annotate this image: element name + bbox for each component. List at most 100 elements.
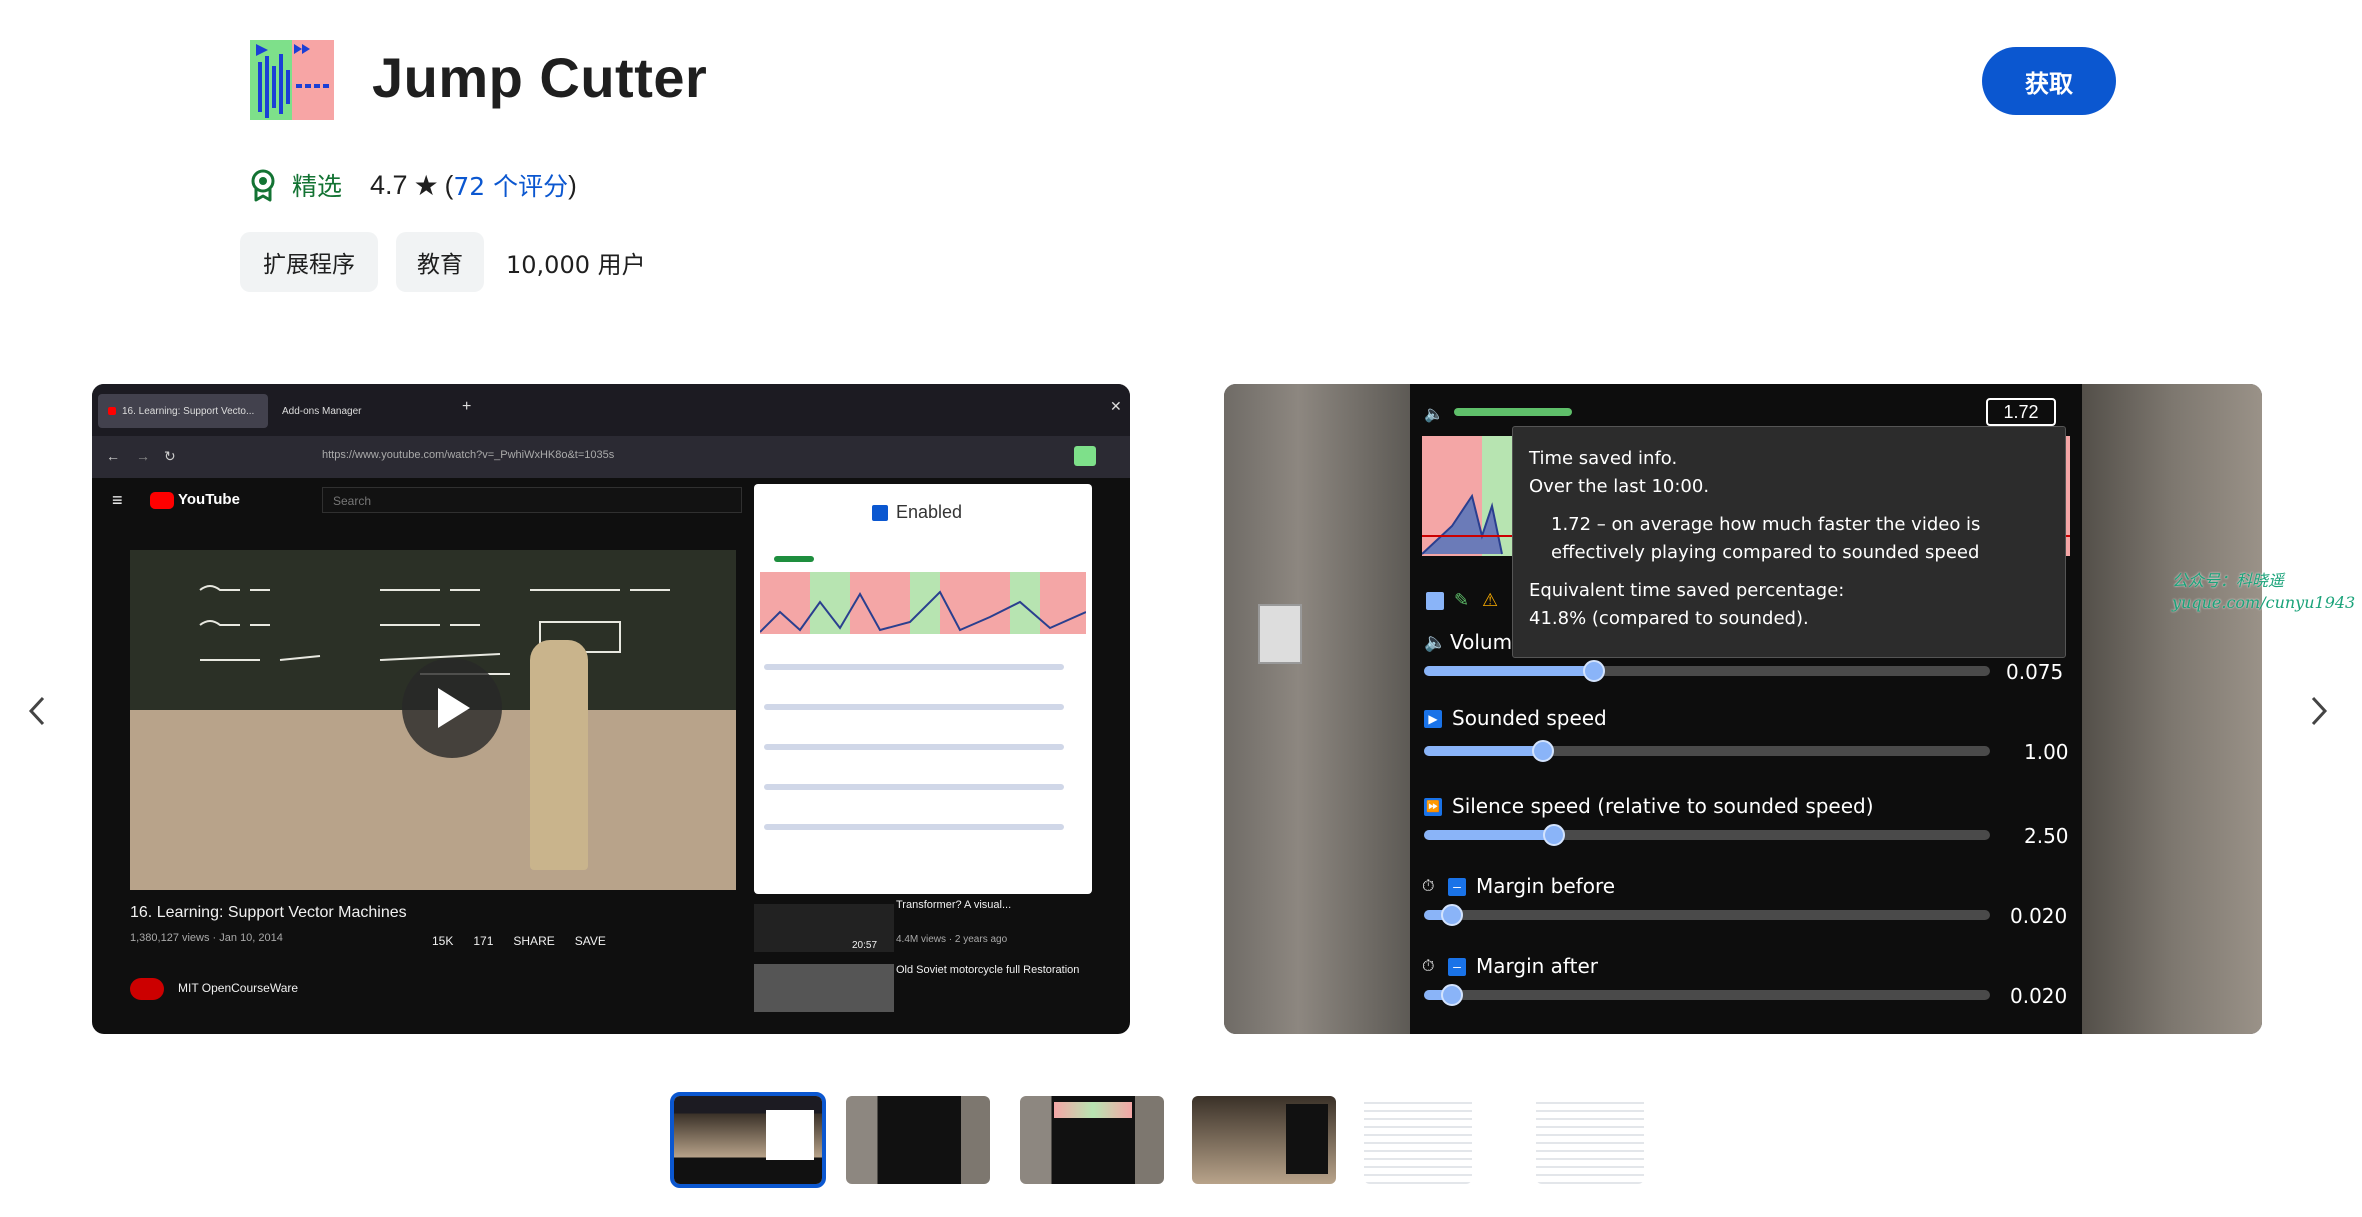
- watermark: 公众号：科晓遥 yuque.com/cunyu1943: [2172, 570, 2355, 614]
- video-actions: 15K 171 SHARE SAVE: [432, 934, 606, 948]
- extension-title: Jump Cutter: [372, 46, 708, 109]
- popup-slider[interactable]: [764, 704, 1064, 710]
- silence-speed-value: 2.50: [2024, 824, 2069, 848]
- reload-icon[interactable]: ↻: [164, 448, 176, 465]
- thumbnail-4[interactable]: [1192, 1096, 1336, 1184]
- time-saved-badge[interactable]: 1.72: [1986, 398, 2056, 426]
- side-thumbnail[interactable]: [754, 964, 894, 1012]
- video-views: 1,380,127 views · Jan 10, 2014: [130, 932, 283, 944]
- share-button[interactable]: SHARE: [513, 934, 554, 948]
- volume-icon: 🔈: [1424, 632, 1447, 652]
- like-button[interactable]: 15K: [432, 934, 453, 948]
- url-field[interactable]: https://www.youtube.com/watch?v=_PwhiWxH…: [322, 449, 614, 461]
- pencil-icon[interactable]: ✎: [1454, 590, 1469, 611]
- jump-cutter-toolbar-icon[interactable]: [1074, 446, 1096, 466]
- margin-before-value: 0.020: [2010, 904, 2068, 928]
- tooltip-percent-heading: Equivalent time saved percentage:: [1529, 580, 1845, 601]
- margin-after-slider[interactable]: [1424, 984, 1990, 1006]
- sounded-speed-slider[interactable]: [1424, 740, 1990, 762]
- thumbnail-1[interactable]: [670, 1092, 826, 1188]
- new-tab-icon[interactable]: +: [462, 398, 471, 416]
- popup-slider[interactable]: [764, 744, 1064, 750]
- app-logo: [250, 40, 334, 120]
- forward-icon[interactable]: →: [136, 448, 150, 464]
- silence-speed-slider[interactable]: [1424, 824, 1990, 846]
- screenshot-1[interactable]: 16. Learning: Support Vecto... Add-ons M…: [92, 384, 1130, 1034]
- browser-tab-addons[interactable]: Add-ons Manager: [272, 394, 442, 428]
- checkbox-icon[interactable]: [1426, 592, 1444, 610]
- thumbnail-5[interactable]: [1364, 1096, 1472, 1184]
- thumbnail-6[interactable]: [1536, 1096, 1644, 1184]
- play-speed-icon: ▶: [1424, 710, 1442, 728]
- stopwatch-icon: ⏱: [1422, 878, 1435, 895]
- watermark-line: yuque.com/cunyu1943: [2172, 593, 2356, 612]
- rating-row: 精选 4.7 ★ ( 72 个评分 ): [248, 165, 577, 205]
- margin-before-label: Margin before: [1476, 874, 1616, 898]
- youtube-favicon-icon: [108, 407, 116, 415]
- background-video-right: [2082, 384, 2262, 1034]
- lecturer-figure: [530, 640, 588, 870]
- youtube-logo-icon[interactable]: [150, 492, 174, 509]
- screenshot-2[interactable]: 🔈 1.72 ✎ ⚠ 🔈 Volume 0.075 ▶ Sounded spee…: [1224, 384, 2262, 1034]
- popup-slider[interactable]: [764, 784, 1064, 790]
- chip-education[interactable]: 教育: [396, 232, 484, 292]
- time-saved-tooltip: Time saved info. Over the last 10:00. 1.…: [1512, 426, 2066, 658]
- browser-tab-bar: 16. Learning: Support Vecto... Add-ons M…: [92, 384, 1130, 436]
- side-video-meta: 4.4M views · 2 years ago: [896, 934, 1008, 945]
- side-video-title[interactable]: Old Soviet motorcycle full Restoration: [896, 964, 1116, 976]
- address-bar: ← → ↻ https://www.youtube.com/watch?v=_P…: [92, 436, 1130, 478]
- youtube-logo-text: YouTube: [178, 491, 240, 508]
- minus-icon: –: [1448, 958, 1466, 976]
- video-player[interactable]: [130, 550, 736, 890]
- tab-label: Add-ons Manager: [282, 405, 362, 417]
- slider-thumb[interactable]: [1531, 740, 1554, 762]
- warning-icon: ⚠: [1482, 590, 1499, 610]
- save-button[interactable]: SAVE: [575, 934, 606, 948]
- stopwatch-icon: ⏱: [1422, 958, 1435, 975]
- tooltip-period: Over the last 10:00.: [1529, 476, 1710, 497]
- popup-slider[interactable]: [764, 664, 1064, 670]
- thumbnail-2[interactable]: [846, 1096, 990, 1184]
- margin-after-label: Margin after: [1476, 954, 1598, 978]
- search-input[interactable]: Search: [322, 487, 742, 513]
- get-button[interactable]: 获取: [1982, 47, 2116, 115]
- featured-badge-icon: [248, 168, 278, 202]
- chip-extension[interactable]: 扩展程序: [240, 232, 378, 292]
- slider-thumb[interactable]: [1441, 904, 1464, 926]
- checkbox-icon[interactable]: [872, 504, 888, 521]
- tooltip-heading: Time saved info.: [1529, 448, 1678, 469]
- popup-slider[interactable]: [764, 824, 1064, 830]
- margin-after-value: 0.020: [2010, 984, 2068, 1008]
- close-window-icon[interactable]: ✕: [1110, 398, 1122, 415]
- enabled-toggle[interactable]: Enabled: [872, 502, 962, 523]
- silence-speed-label: Silence speed (relative to sounded speed…: [1452, 794, 1874, 818]
- slider-thumb[interactable]: [1582, 660, 1605, 682]
- margin-before-slider[interactable]: [1424, 904, 1990, 926]
- volume-fill: [1424, 666, 1594, 676]
- background-video-left: [1224, 384, 1410, 1034]
- browser-tab-youtube[interactable]: 16. Learning: Support Vecto...: [98, 394, 268, 428]
- back-icon[interactable]: ←: [106, 448, 120, 464]
- chevron-left-icon[interactable]: [12, 686, 62, 736]
- volume-meter: [774, 556, 814, 562]
- dislike-button[interactable]: 171: [473, 934, 493, 948]
- sounded-speed-label: Sounded speed: [1452, 706, 1607, 730]
- play-icon[interactable]: [402, 658, 502, 758]
- side-video-title[interactable]: Transformer? A visual...: [896, 899, 1116, 911]
- channel-name[interactable]: MIT OpenCourseWare: [178, 981, 298, 995]
- featured-label[interactable]: 精选: [292, 167, 342, 203]
- chevron-right-icon[interactable]: [2294, 686, 2344, 736]
- reviews-link[interactable]: 72 个评分: [453, 167, 568, 203]
- sounded-speed-value: 1.00: [2024, 740, 2069, 764]
- volume-icon: 🔈: [1424, 406, 1444, 423]
- slider-thumb[interactable]: [1441, 984, 1464, 1006]
- minus-icon: –: [1448, 878, 1466, 896]
- volume-value: 0.075: [2006, 660, 2064, 684]
- volume-slider[interactable]: [1424, 660, 1990, 682]
- thumbnail-3[interactable]: [1020, 1096, 1164, 1184]
- channel-avatar[interactable]: [130, 978, 164, 1000]
- slider-thumb[interactable]: [1543, 824, 1566, 846]
- tooltip-ratio-desc: effectively playing compared to sounded …: [1551, 542, 1980, 563]
- video-title: 16. Learning: Support Vector Machines: [130, 904, 407, 921]
- menu-icon[interactable]: ≡: [112, 490, 123, 511]
